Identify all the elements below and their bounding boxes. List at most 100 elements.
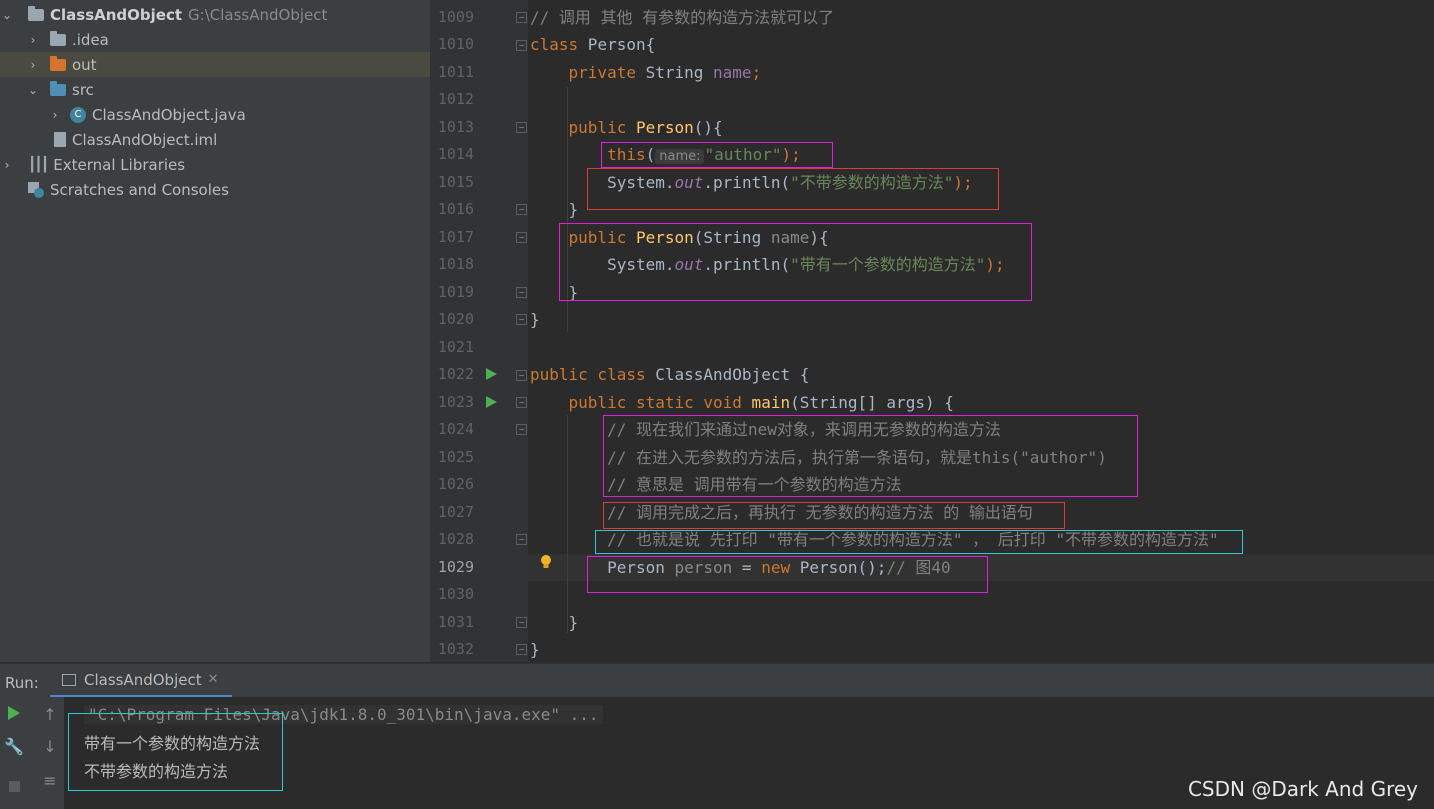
line-number: 1022 [437, 365, 474, 383]
tree-item-label: out [72, 55, 97, 74]
chevron-down-icon[interactable]: ⌄ [26, 83, 40, 97]
tree-item-idea[interactable]: › .idea [0, 27, 430, 52]
line-number: 1010 [437, 35, 474, 53]
code-line: // 调用完成之后，再执行 无参数的构造方法 的 输出语句 [607, 503, 1033, 522]
fold-marker-icon[interactable]: − [516, 397, 527, 408]
chevron-down-icon[interactable]: ⌄ [0, 8, 14, 22]
code-line: System.out.println("不带参数的构造方法"); [607, 173, 973, 192]
tree-item-label: ClassAndObject.iml [72, 130, 218, 149]
scratches-icon [28, 181, 44, 198]
console-output-line: 带有一个参数的构造方法 [84, 734, 261, 753]
root-path: G:\ClassAndObject [188, 5, 328, 24]
tree-item-out[interactable]: › out [0, 52, 430, 77]
line-number: 1023 [437, 393, 474, 411]
project-tool-window: ⌄ ClassAndObject G:\ClassAndObject › .id… [0, 0, 430, 662]
code-line: this(name: "author"); [607, 145, 801, 164]
fold-marker-icon[interactable]: − [516, 534, 527, 545]
line-number: 1018 [437, 255, 474, 273]
arrow-up-icon[interactable]: ↑ [40, 705, 60, 725]
fold-marker-icon[interactable]: − [516, 12, 527, 23]
fold-marker-icon[interactable]: − [516, 314, 527, 325]
fold-marker-icon[interactable]: − [516, 617, 527, 628]
line-number: 1030 [437, 585, 474, 603]
code-line: System.out.println("带有一个参数的构造方法"); [607, 255, 1005, 274]
folder-icon [50, 55, 66, 71]
code-line: } [530, 640, 540, 659]
tree-item-iml[interactable]: ClassAndObject.iml [0, 127, 430, 152]
soft-wrap-icon[interactable]: ≡ [40, 771, 60, 791]
fold-marker-icon[interactable]: − [516, 40, 527, 51]
code-line: private String name; [568, 63, 762, 82]
arrow-down-icon[interactable]: ↓ [40, 737, 60, 757]
chevron-right-icon[interactable]: › [48, 108, 62, 122]
module-file-icon [54, 132, 66, 147]
code-line: } [530, 310, 540, 329]
line-number: 1011 [437, 63, 474, 81]
code-line: // 意思是 调用带有一个参数的构造方法 [607, 475, 902, 494]
fold-marker-icon[interactable]: − [516, 370, 527, 381]
chevron-right-icon[interactable]: › [0, 158, 14, 172]
tree-item-label: src [72, 80, 94, 99]
fold-marker-icon[interactable]: − [516, 232, 527, 243]
line-number: 1026 [437, 475, 474, 493]
console-icon [62, 673, 76, 686]
line-number: 1027 [437, 503, 474, 521]
run-tool-window-header: Run: ClassAndObject ✕ [0, 663, 1434, 698]
line-number: 1009 [437, 8, 474, 26]
tree-item-label: .idea [72, 30, 109, 49]
close-icon[interactable]: ✕ [208, 672, 219, 687]
console-command-line: "C:\Program Files\Java\jdk1.8.0_301\bin\… [84, 705, 603, 724]
console-output-line: 不带参数的构造方法 [84, 762, 229, 781]
code-line: } [568, 613, 579, 632]
fold-marker-icon[interactable]: − [516, 424, 527, 435]
tree-item-src[interactable]: ⌄ src [0, 77, 430, 102]
folder-icon [28, 5, 44, 21]
fold-marker-icon[interactable]: − [516, 204, 527, 215]
folder-icon [50, 80, 66, 96]
line-number: 1021 [437, 338, 474, 356]
line-number: 1013 [437, 118, 474, 136]
run-toolbar: 🔧 ↑ ↓ ≡ [0, 697, 64, 809]
line-number: 1019 [437, 283, 474, 301]
folder-icon [50, 30, 66, 46]
watermark: CSDN @Dark And Grey [1187, 777, 1418, 801]
code-line: // 调用 其他 有参数的构造方法就可以了 [530, 8, 835, 27]
rerun-icon[interactable] [4, 705, 24, 725]
line-number: 1016 [437, 200, 474, 218]
wrench-icon[interactable]: 🔧 [4, 737, 24, 757]
line-number: 1032 [437, 640, 474, 658]
line-number: 1020 [437, 310, 474, 328]
line-number-current: 1029 [437, 558, 474, 576]
stop-icon[interactable] [4, 777, 24, 797]
code-line: public Person(String name){ [568, 228, 829, 247]
run-label: Run: [5, 674, 39, 692]
line-number: 1025 [437, 448, 474, 466]
chevron-right-icon[interactable]: › [26, 58, 40, 72]
line-number: 1024 [437, 420, 474, 438]
tree-item-java-file[interactable]: › C ClassAndObject.java [0, 102, 430, 127]
tree-item-label: Scratches and Consoles [50, 180, 229, 199]
java-class-icon: C [70, 106, 86, 123]
parameter-hint: name: [655, 149, 705, 164]
code-line: public class ClassAndObject { [530, 365, 810, 384]
code-line: } [568, 200, 579, 219]
tree-item-scratches[interactable]: Scratches and Consoles [0, 177, 430, 202]
code-line: class Person{ [530, 35, 656, 54]
run-gutter-icon[interactable] [486, 396, 497, 408]
line-number: 1028 [437, 530, 474, 548]
code-line-current: Person person = new Person();// 图40 [607, 558, 951, 577]
fold-marker-icon[interactable]: − [516, 287, 527, 298]
chevron-right-icon[interactable]: › [26, 33, 40, 47]
line-number: 1017 [437, 228, 474, 246]
code-line: public Person(){ [568, 118, 723, 137]
line-number: 1012 [437, 90, 474, 108]
root-name: ClassAndObject [50, 5, 183, 24]
run-tab-classandobject[interactable]: ClassAndObject ✕ [50, 664, 232, 698]
tree-item-label: ClassAndObject.java [92, 105, 246, 124]
fold-marker-icon[interactable]: − [516, 644, 527, 655]
tree-root[interactable]: ⌄ ClassAndObject G:\ClassAndObject [0, 2, 430, 27]
fold-marker-icon[interactable]: − [516, 122, 527, 133]
tree-item-external-libraries[interactable]: › ┃┃┃ External Libraries [0, 152, 430, 177]
code-line: // 也就是说 先打印 "带有一个参数的构造方法" ， 后打印 "不带参数的构造… [607, 530, 1219, 549]
run-gutter-icon[interactable] [486, 368, 497, 380]
